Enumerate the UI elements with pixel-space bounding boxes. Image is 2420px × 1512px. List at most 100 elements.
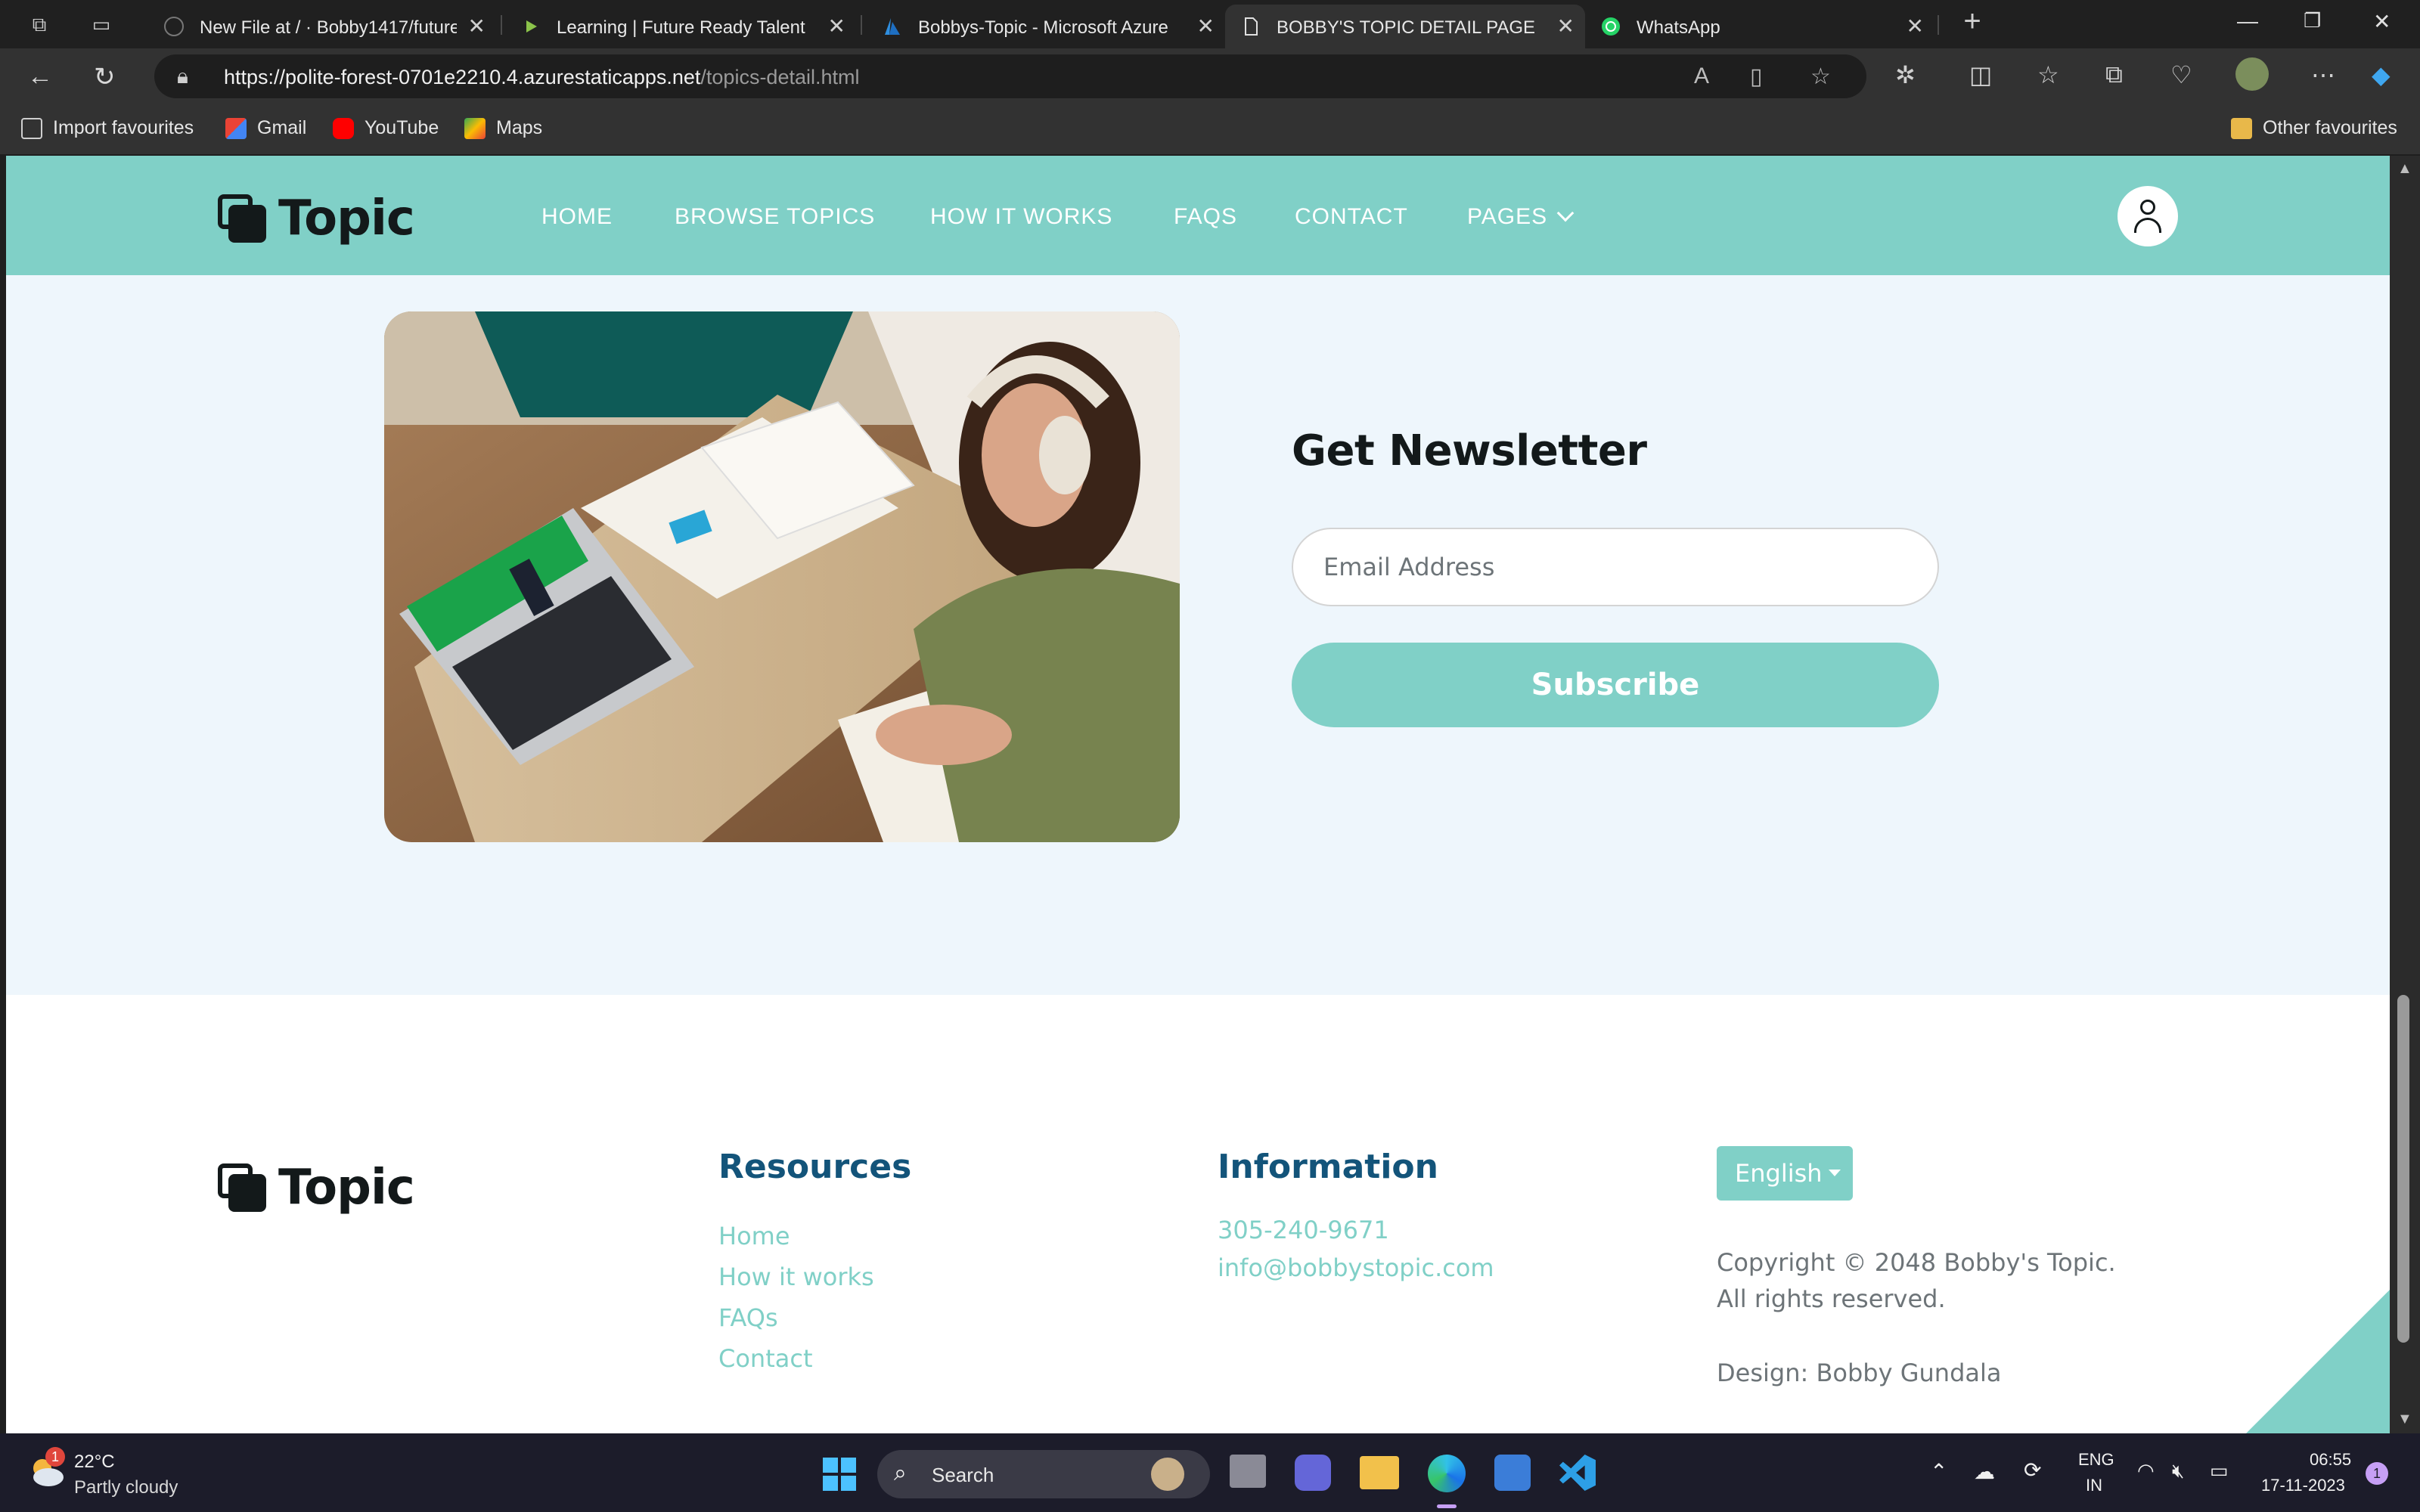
footer-link-home[interactable]: Home bbox=[718, 1222, 790, 1250]
vscode-icon[interactable] bbox=[1559, 1455, 1596, 1491]
close-tab-icon[interactable]: ✕ bbox=[1197, 14, 1215, 39]
immersive-reader-icon[interactable]: ▯ bbox=[1750, 64, 1763, 90]
onedrive-icon[interactable]: ☁ bbox=[1974, 1459, 1995, 1484]
read-aloud-icon[interactable]: A bbox=[1694, 64, 1709, 89]
copilot-icon[interactable]: ◆ bbox=[2372, 60, 2391, 89]
chevron-down-icon bbox=[1556, 204, 1575, 222]
new-tab-button[interactable]: + bbox=[1959, 6, 1986, 36]
minimize-icon[interactable]: — bbox=[2237, 9, 2258, 33]
file-explorer-icon[interactable] bbox=[1360, 1456, 1399, 1489]
site-logo[interactable]: Topic bbox=[218, 191, 415, 246]
split-screen-icon[interactable]: ◫ bbox=[1969, 60, 1992, 89]
tab-learning[interactable]: Learning | Future Ready Talent ✕ bbox=[505, 5, 856, 48]
other-favourites[interactable]: Other favourites bbox=[2231, 117, 2397, 140]
windows-start-icon[interactable] bbox=[821, 1456, 858, 1492]
edge-browser-icon[interactable] bbox=[1428, 1455, 1466, 1492]
wifi-icon[interactable]: ◠ bbox=[2137, 1459, 2155, 1483]
refresh-icon[interactable]: ↻ bbox=[94, 62, 116, 92]
play-icon bbox=[526, 20, 537, 33]
user-icon bbox=[2140, 200, 2155, 215]
restore-icon[interactable]: ❐ bbox=[2304, 9, 2321, 33]
profile-avatar[interactable] bbox=[2235, 57, 2269, 91]
footer-logo[interactable]: Topic bbox=[218, 1160, 415, 1216]
address-toolbar: ← ↻ 🔒︎ https://polite-forest-0701e2210.4… bbox=[0, 48, 2420, 104]
favourite-gmail[interactable]: Gmail bbox=[225, 117, 306, 140]
footer-link-contact[interactable]: Contact bbox=[718, 1344, 813, 1373]
browser-essentials-icon[interactable]: ♡ bbox=[2170, 60, 2192, 89]
url-text[interactable]: https://polite-forest-0701e2210.4.azures… bbox=[224, 66, 860, 89]
back-icon[interactable]: ← bbox=[27, 62, 53, 91]
nav-faqs[interactable]: FAQS bbox=[1174, 204, 1237, 230]
close-tab-icon[interactable]: ✕ bbox=[468, 14, 486, 39]
tab-whatsapp[interactable]: WhatsApp ✕ bbox=[1585, 5, 1934, 48]
whatsapp-icon bbox=[1602, 17, 1620, 36]
sync-icon[interactable]: ⟳ bbox=[2024, 1458, 2041, 1483]
clock-time[interactable]: 06:55 bbox=[2310, 1450, 2351, 1470]
task-view-icon[interactable] bbox=[1230, 1455, 1266, 1488]
show-hidden-icons[interactable]: ⌃ bbox=[1930, 1459, 1947, 1484]
favourite-maps[interactable]: Maps bbox=[464, 117, 542, 140]
page-scrollbar[interactable]: ▲ ▼ bbox=[2390, 156, 2420, 1433]
close-tab-icon[interactable]: ✕ bbox=[828, 14, 845, 39]
language-dropdown[interactable]: English bbox=[1717, 1146, 1853, 1201]
logo-text: Topic bbox=[278, 1160, 415, 1216]
tab-github[interactable]: New File at / · Bobby1417/future ✕ bbox=[148, 5, 496, 48]
language-bottom[interactable]: IN bbox=[2086, 1476, 2102, 1495]
tab-title: Learning | Future Ready Talent bbox=[557, 17, 805, 38]
nav-contact[interactable]: CONTACT bbox=[1295, 204, 1408, 230]
address-bar[interactable]: 🔒︎ https://polite-forest-0701e2210.4.azu… bbox=[154, 54, 1866, 98]
more-options-icon[interactable]: ⋯ bbox=[2311, 60, 2335, 89]
newsletter-section: Get Newsletter Subscribe bbox=[6, 275, 2390, 998]
tab-title: Bobbys-Topic - Microsoft Azure bbox=[918, 17, 1168, 38]
close-tab-icon[interactable]: ✕ bbox=[1557, 14, 1575, 39]
decorative-corner bbox=[2246, 1290, 2390, 1433]
teams-icon[interactable] bbox=[1295, 1455, 1331, 1491]
nav-browse-topics[interactable]: BROWSE TOPICS bbox=[675, 204, 875, 230]
favorites-icon[interactable]: ☆ bbox=[2037, 60, 2059, 89]
clock-date[interactable]: 17-11-2023 bbox=[2261, 1476, 2345, 1495]
footer-link-how-it-works[interactable]: How it works bbox=[718, 1263, 874, 1291]
search-highlight-icon bbox=[1151, 1458, 1184, 1491]
search-icon: ⌕ bbox=[894, 1461, 907, 1486]
gmail-icon bbox=[225, 118, 247, 140]
footer-link-faqs[interactable]: FAQs bbox=[718, 1303, 778, 1332]
extensions-icon[interactable]: ✲ bbox=[1895, 60, 1916, 89]
scroll-up-icon[interactable]: ▲ bbox=[2397, 160, 2412, 178]
favourite-youtube[interactable]: YouTube bbox=[333, 117, 439, 140]
user-account-button[interactable] bbox=[2118, 186, 2178, 246]
import-favourites[interactable]: Import favourites bbox=[21, 117, 194, 140]
nav-how-it-works[interactable]: HOW IT WORKS bbox=[930, 204, 1112, 230]
favorite-star-icon[interactable]: ☆ bbox=[1810, 64, 1831, 90]
tab-separator bbox=[861, 15, 862, 35]
logo-icon bbox=[218, 1163, 266, 1212]
taskbar-search[interactable]: ⌕ Search bbox=[877, 1450, 1210, 1498]
footer-email[interactable]: info@bobbystopic.com bbox=[1218, 1253, 1494, 1282]
youtube-icon bbox=[333, 118, 354, 140]
tab-title: New File at / · Bobby1417/future bbox=[200, 17, 457, 38]
newsletter-image bbox=[384, 311, 1180, 842]
subscribe-button[interactable]: Subscribe bbox=[1292, 643, 1939, 727]
email-input[interactable] bbox=[1292, 528, 1939, 606]
tab-azure[interactable]: Bobbys-Topic - Microsoft Azure ✕ bbox=[867, 5, 1225, 48]
tab-actions-icon[interactable]: ▭ bbox=[88, 11, 115, 38]
tab-topic-detail[interactable]: BOBBY'S TOPIC DETAIL PAGE ✕ bbox=[1225, 5, 1585, 48]
nav-home[interactable]: HOME bbox=[541, 204, 613, 230]
battery-icon[interactable]: ▭ bbox=[2210, 1459, 2229, 1483]
close-window-icon[interactable]: ✕ bbox=[2373, 9, 2391, 34]
scroll-thumb[interactable] bbox=[2397, 995, 2409, 1343]
collections-icon[interactable]: ⧉ bbox=[2105, 60, 2123, 89]
notification-badge[interactable]: 1 bbox=[2366, 1462, 2388, 1485]
azure-icon bbox=[885, 18, 900, 35]
microsoft-store-icon[interactable] bbox=[1494, 1455, 1531, 1491]
weather-widget[interactable]: 1 bbox=[26, 1447, 67, 1491]
nav-pages[interactable]: PAGES bbox=[1467, 204, 1575, 230]
lock-icon: 🔒︎ bbox=[177, 64, 188, 88]
volume-muted-icon[interactable]: 🔇︎ bbox=[2172, 1459, 2184, 1483]
footer-phone[interactable]: 305-240-9671 bbox=[1218, 1216, 1389, 1244]
page-icon bbox=[1245, 17, 1258, 36]
scroll-down-icon[interactable]: ▼ bbox=[2397, 1411, 2412, 1428]
language-top[interactable]: ENG bbox=[2078, 1450, 2114, 1470]
design-credit: Design: Bobby Gundala bbox=[1717, 1359, 2002, 1387]
workspaces-icon[interactable]: ⧉ bbox=[26, 11, 53, 38]
close-tab-icon[interactable]: ✕ bbox=[1907, 14, 1924, 39]
